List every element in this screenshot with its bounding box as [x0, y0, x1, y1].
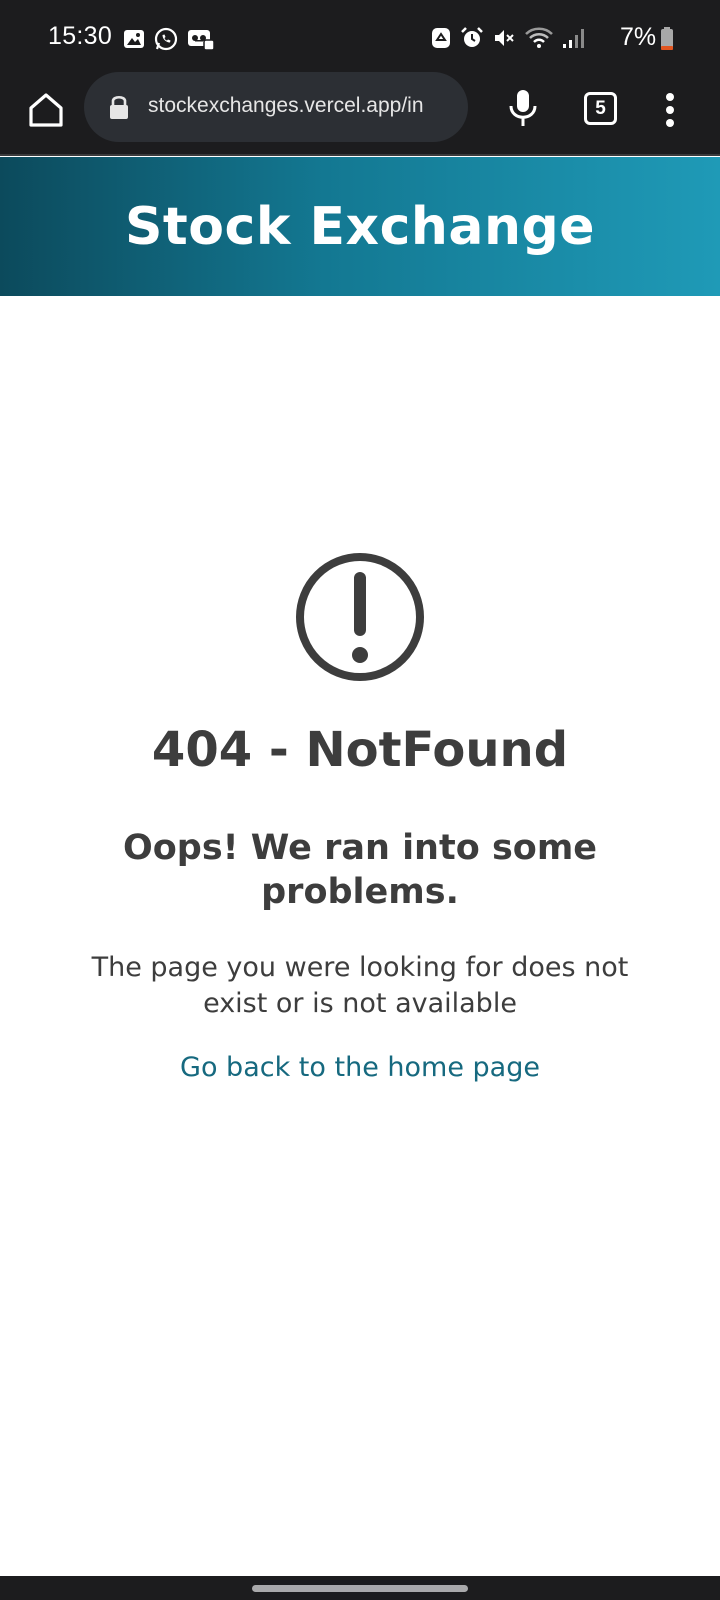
voicemail-icon: [187, 28, 215, 54]
battery-percent: 7%: [620, 23, 657, 51]
overflow-menu-icon[interactable]: [658, 88, 682, 132]
exclamation-circle-icon: [295, 552, 425, 682]
signal-icon: [562, 26, 588, 54]
tab-switcher-button[interactable]: 5: [584, 92, 617, 125]
lock-icon[interactable]: [108, 94, 130, 124]
recycle-icon: [430, 26, 452, 54]
microphone-icon[interactable]: [505, 86, 541, 130]
status-bar: 15:30 7%: [0, 0, 720, 72]
alarm-icon: [460, 26, 484, 54]
system-nav-bar: [0, 1576, 720, 1600]
home-icon[interactable]: [24, 88, 68, 132]
mute-icon: [492, 26, 516, 54]
site-title: Stock Exchange: [124, 196, 596, 257]
status-time: 15:30: [48, 22, 113, 50]
error-headline: Oops! We ran into some problems.: [122, 828, 598, 912]
gesture-handle[interactable]: [252, 1585, 468, 1592]
error-code: 404 - NotFound: [151, 722, 569, 778]
wifi-icon: [524, 26, 554, 54]
browser-toolbar: stockexchanges.vercel.app/in 5: [0, 72, 720, 156]
whatsapp-icon: [154, 27, 178, 55]
gallery-icon: [123, 29, 145, 53]
home-page-link[interactable]: Go back to the home page: [0, 1052, 720, 1083]
address-bar[interactable]: stockexchanges.vercel.app/in: [84, 72, 468, 142]
url-text[interactable]: stockexchanges.vercel.app/in: [148, 94, 458, 118]
error-message: The page you were looking for does not e…: [91, 952, 629, 1019]
battery-icon: [660, 27, 674, 55]
site-header: Stock Exchange: [0, 157, 720, 296]
